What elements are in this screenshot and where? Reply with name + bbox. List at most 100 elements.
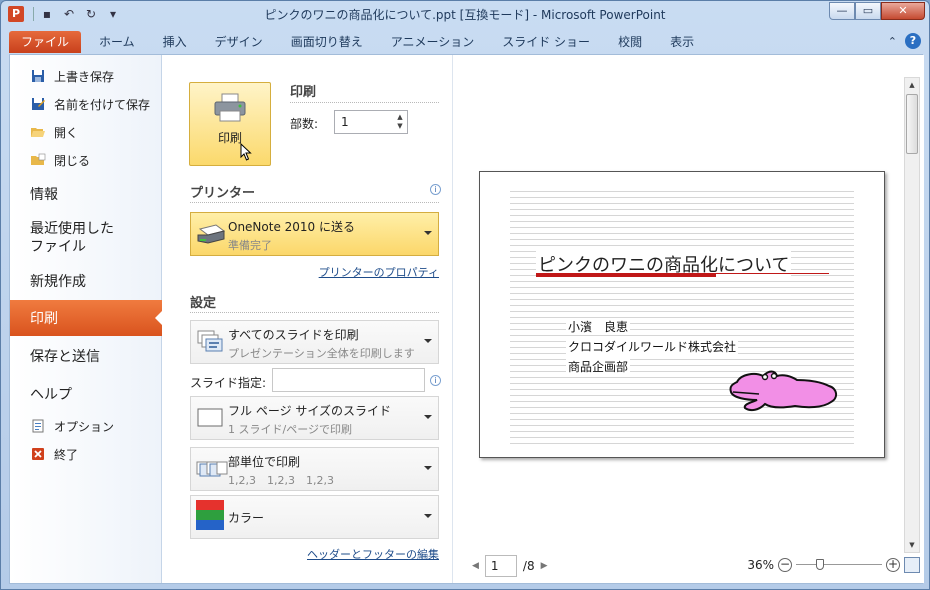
zoom-level: 36%	[747, 558, 774, 572]
print-range-title: すべてのスライドを印刷	[228, 328, 359, 342]
chevron-down-icon	[424, 231, 432, 235]
scroll-down-icon[interactable]: ▼	[905, 538, 919, 552]
collate-dropdown[interactable]: 部単位で印刷 1,2,3 1,2,3 1,2,3	[190, 447, 439, 491]
preview-vertical-scrollbar[interactable]: ▲ ▼	[904, 77, 920, 553]
slides-label: スライド指定:	[190, 376, 267, 390]
printer-icon	[213, 93, 247, 123]
print-button[interactable]: 印刷	[189, 82, 271, 166]
divider	[190, 312, 439, 313]
title-underline-bar	[536, 274, 716, 277]
nav-save-send[interactable]: 保存と送信	[10, 336, 161, 376]
chevron-down-icon	[424, 415, 432, 419]
tab-insert[interactable]: 挿入	[149, 31, 201, 53]
zoom-slider[interactable]	[796, 558, 882, 572]
copies-spinner[interactable]: ▲ ▼	[394, 113, 406, 131]
color-icon	[196, 500, 224, 530]
help-icon[interactable]: ?	[905, 33, 921, 49]
window-title: ピンクのワニの商品化について.ppt [互換モード] - Microsoft P…	[264, 8, 666, 22]
spin-down-icon[interactable]: ▼	[394, 122, 406, 131]
tab-transitions[interactable]: 画面切り替え	[277, 31, 377, 53]
print-heading: 印刷	[290, 85, 317, 100]
divider	[190, 202, 439, 203]
chevron-up-icon[interactable]: ⌃	[888, 35, 897, 48]
nav-help-label: ヘルプ	[30, 387, 72, 403]
mouse-cursor-icon	[240, 142, 252, 165]
ribbon-right-controls: ⌃ ?	[888, 33, 921, 49]
header-footer-link[interactable]: ヘッダーとフッターの編集	[307, 546, 439, 562]
layout-dropdown[interactable]: フル ページ サイズのスライド 1 スライド/ページで印刷	[190, 396, 439, 440]
open-folder-icon	[30, 125, 46, 139]
settings-heading: 設定	[190, 296, 217, 311]
slides-input[interactable]	[272, 368, 425, 392]
collate-icon	[196, 456, 228, 480]
save-as-icon	[30, 97, 46, 111]
tab-home[interactable]: ホーム	[85, 31, 149, 53]
print-preview-pane: ピンクのワニの商品化について 小濱 良恵 クロコダイルワールド株式会社 商品企画…	[454, 55, 924, 583]
collate-title: 部単位で印刷	[228, 455, 301, 469]
nav-new-label: 新規作成	[30, 274, 86, 290]
spin-up-icon[interactable]: ▲	[394, 113, 406, 122]
nav-recent[interactable]: 最近使用した ファイル	[10, 214, 161, 262]
tab-slideshow[interactable]: スライド ショー	[488, 31, 604, 53]
exit-icon	[30, 447, 46, 461]
nav-save-as[interactable]: 名前を付けて保存	[10, 90, 161, 118]
printer-dropdown[interactable]: OneNote 2010 に送る 準備完了	[190, 212, 439, 256]
zoom-controls: 36% − +	[747, 557, 920, 573]
info-icon[interactable]: i	[430, 184, 441, 195]
zoom-to-page-icon[interactable]	[904, 557, 920, 573]
print-button-label: 印刷	[217, 131, 242, 145]
scroll-thumb[interactable]	[906, 94, 918, 154]
all-slides-icon	[196, 329, 224, 353]
nav-info[interactable]: 情報	[10, 174, 161, 214]
tab-view[interactable]: 表示	[656, 31, 708, 53]
nav-new[interactable]: 新規作成	[10, 262, 161, 300]
nav-print[interactable]: 印刷	[10, 300, 163, 336]
print-range-dropdown[interactable]: すべてのスライドを印刷 プレゼンテーション全体を印刷します	[190, 320, 439, 364]
color-title: カラー	[228, 511, 265, 525]
ribbon-tabs: ファイル ホーム 挿入 デザイン 画面切り替え アニメーション スライド ショー…	[9, 29, 923, 53]
page-navigator: ◀ 1 /8 ▶	[472, 555, 548, 577]
info-icon[interactable]: i	[430, 375, 441, 386]
collate-desc: 1,2,3 1,2,3 1,2,3	[228, 474, 334, 487]
tab-animations[interactable]: アニメーション	[377, 31, 489, 53]
tab-file[interactable]: ファイル	[9, 31, 82, 53]
layout-title: フル ページ サイズのスライド	[228, 404, 392, 418]
backstage-view: 上書き保存 名前を付けて保存 開く 閉じる 情報 最近使用した ファイル 新規作…	[9, 54, 924, 584]
page-total: /8	[522, 559, 535, 573]
nav-save-as-label: 名前を付けて保存	[54, 97, 151, 112]
nav-close-label: 閉じる	[54, 153, 91, 168]
zoom-in-icon[interactable]: +	[886, 558, 900, 572]
previous-page-icon[interactable]: ◀	[472, 561, 479, 571]
copies-input[interactable]: 1 ▲ ▼	[334, 110, 408, 134]
page-number-input[interactable]: 1	[484, 555, 517, 577]
next-page-icon[interactable]: ▶	[541, 561, 548, 571]
printer-status: 準備完了	[228, 239, 272, 252]
nav-save-label: 上書き保存	[54, 69, 115, 84]
nav-open[interactable]: 開く	[10, 118, 161, 146]
nav-exit[interactable]: 終了	[10, 440, 161, 468]
scroll-up-icon[interactable]: ▲	[905, 78, 919, 92]
maximize-button[interactable]: ▭	[855, 2, 881, 20]
nav-close[interactable]: 閉じる	[10, 146, 161, 174]
nav-help[interactable]: ヘルプ	[10, 376, 161, 412]
nav-recent-label-1: 最近使用した	[30, 221, 114, 237]
nav-save[interactable]: 上書き保存	[10, 62, 161, 90]
zoom-out-icon[interactable]: −	[778, 558, 792, 572]
tab-review[interactable]: 校閲	[604, 31, 656, 53]
nav-options[interactable]: オプション	[10, 412, 161, 440]
powerpoint-window: P ▪ ↶ ↻ ▾ ピンクのワニの商品化について.ppt [互換モード] - M…	[0, 0, 930, 590]
minimize-button[interactable]: —	[829, 2, 855, 20]
options-icon	[30, 419, 46, 433]
printer-heading: プリンター	[190, 186, 256, 201]
tab-design[interactable]: デザイン	[201, 31, 277, 53]
color-dropdown[interactable]: カラー	[190, 495, 439, 539]
printer-properties-link[interactable]: プリンターのプロパティ	[319, 264, 439, 280]
title-bar: P ▪ ↶ ↻ ▾ ピンクのワニの商品化について.ppt [互換モード] - M…	[1, 1, 929, 27]
nav-save-send-label: 保存と送信	[30, 349, 100, 365]
chevron-down-icon	[424, 339, 432, 343]
zoom-slider-handle[interactable]	[816, 559, 824, 570]
close-button[interactable]: ✕	[881, 2, 925, 20]
print-settings-panel: 印刷 印刷 部数: 1 ▲ ▼ プリンター i OneNote 2010 に送る…	[163, 55, 453, 583]
nav-print-label: 印刷	[30, 311, 58, 327]
nav-exit-label: 終了	[54, 447, 79, 462]
